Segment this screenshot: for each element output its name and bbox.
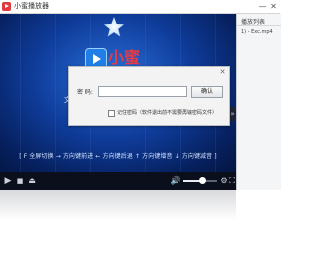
- remember-password-checkbox[interactable]: [108, 110, 115, 117]
- playlist-item[interactable]: 1) - Exc.mp4: [241, 29, 273, 35]
- playlist-toggle-button[interactable]: »: [229, 107, 236, 121]
- title-bar[interactable]: 小蜜播放器 — ✕: [0, 0, 280, 14]
- volume-icon[interactable]: 🔊: [170, 174, 181, 188]
- window-reflection: [0, 190, 236, 220]
- star-icon: [104, 17, 124, 37]
- remember-password-label[interactable]: 记住密码（软件退出前不需要再输密码文件）: [117, 109, 217, 116]
- window-title: 小蜜播放器: [14, 2, 49, 10]
- password-dialog: ✕ 密 码: 确认 记住密码（软件退出前不需要再输密码文件）: [68, 66, 230, 126]
- app-logo-icon: [2, 2, 11, 11]
- play-button[interactable]: ▶: [3, 174, 13, 188]
- minimize-button[interactable]: —: [257, 1, 268, 12]
- volume-slider[interactable]: [183, 177, 217, 184]
- open-file-button[interactable]: ⏏: [27, 174, 37, 188]
- control-bar: ▶ ■ ⏏ 🔊 ⚙ ⛶: [0, 172, 236, 190]
- password-input[interactable]: [98, 86, 187, 97]
- playlist-panel: 播放列表 1) - Exc.mp4: [236, 14, 281, 190]
- confirm-button[interactable]: 确认: [191, 86, 223, 98]
- shortcut-hints: [ F 全屏切换 → 方向键前进 ← 方向键后退 ↑ 方向键增音 ↓ 方向键减音…: [19, 153, 217, 160]
- dialog-title-bar[interactable]: ✕: [69, 67, 229, 77]
- background-line: [55, 14, 56, 172]
- playlist-divider: [237, 25, 281, 26]
- player-window: 小蜜播放器 — ✕ 小蜜 文 [ F 全屏切换 → 方向键前进 ← 方向键后退 …: [0, 0, 281, 190]
- background-line: [20, 14, 21, 172]
- fullscreen-icon[interactable]: ⛶: [228, 174, 236, 188]
- password-label: 密 码:: [77, 89, 93, 96]
- stop-button[interactable]: ■: [15, 174, 25, 188]
- close-button[interactable]: ✕: [268, 1, 279, 12]
- volume-handle[interactable]: [198, 177, 206, 184]
- settings-icon[interactable]: ⚙: [220, 174, 228, 188]
- dialog-close-button[interactable]: ✕: [218, 67, 227, 77]
